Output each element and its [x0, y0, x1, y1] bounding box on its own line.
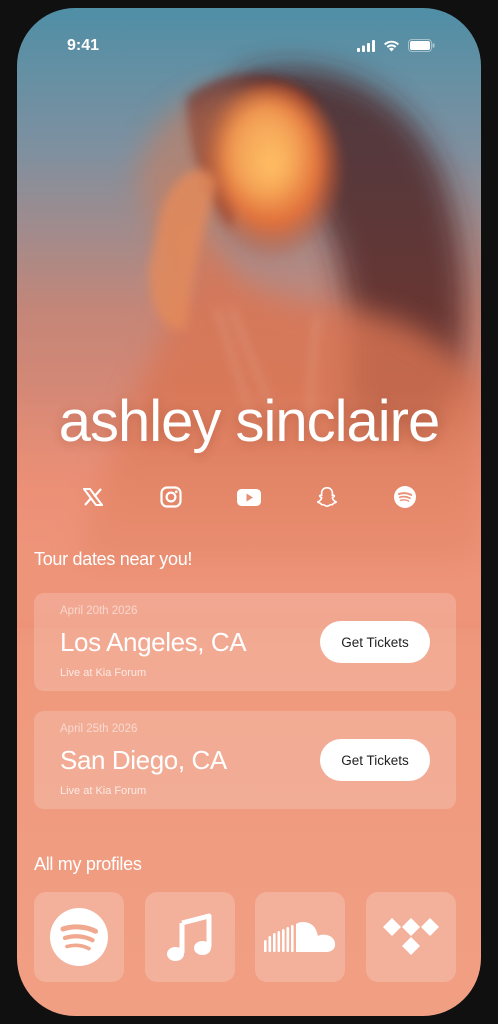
- x-icon[interactable]: [79, 483, 107, 511]
- get-tickets-button[interactable]: Get Tickets: [320, 739, 430, 781]
- apple-music-icon: [166, 913, 212, 961]
- spotify-icon: [50, 908, 108, 966]
- status-icons: [357, 39, 435, 52]
- event-venue: Live at Kia Forum: [60, 667, 147, 679]
- spotify-profile-tile[interactable]: [34, 892, 124, 982]
- cellular-signal-icon: [357, 39, 375, 52]
- event-date: April 25th 2026: [60, 723, 138, 735]
- event-city: San Diego, CA: [60, 745, 227, 775]
- soundcloud-icon: [264, 921, 336, 952]
- tour-card: April 20th 2026 Los Angeles, CA Live at …: [34, 593, 456, 691]
- youtube-icon[interactable]: [235, 483, 263, 511]
- profile-tiles: [34, 892, 456, 982]
- tour-card: April 25th 2026 San Diego, CA Live at Ki…: [34, 711, 456, 809]
- wifi-icon: [384, 40, 399, 51]
- tidal-profile-tile[interactable]: [365, 892, 456, 982]
- event-city: Los Angeles, CA: [60, 627, 247, 657]
- get-tickets-button[interactable]: Get Tickets: [320, 621, 430, 663]
- status-time: 9:41: [67, 37, 100, 54]
- phone-screen: 9:41 ashley sinclaire Tour dates near yo…: [17, 8, 481, 1016]
- snapchat-icon[interactable]: [313, 483, 341, 511]
- tidal-icon: [382, 918, 439, 955]
- tour-heading: Tour dates near you!: [34, 549, 193, 569]
- event-date: April 20th 2026: [60, 605, 138, 617]
- battery-icon: [408, 39, 435, 52]
- profiles-heading: All my profiles: [34, 854, 142, 874]
- hero-image: [17, 68, 481, 628]
- instagram-icon[interactable]: [157, 483, 185, 511]
- artist-name: ashley sinclaire: [58, 389, 441, 454]
- social-links: [79, 483, 419, 511]
- event-venue: Live at Kia Forum: [60, 785, 147, 797]
- soundcloud-profile-tile[interactable]: [255, 892, 346, 982]
- apple-music-profile-tile[interactable]: [144, 892, 235, 982]
- spotify-icon[interactable]: [391, 483, 419, 511]
- status-bar: 9:41: [17, 8, 481, 68]
